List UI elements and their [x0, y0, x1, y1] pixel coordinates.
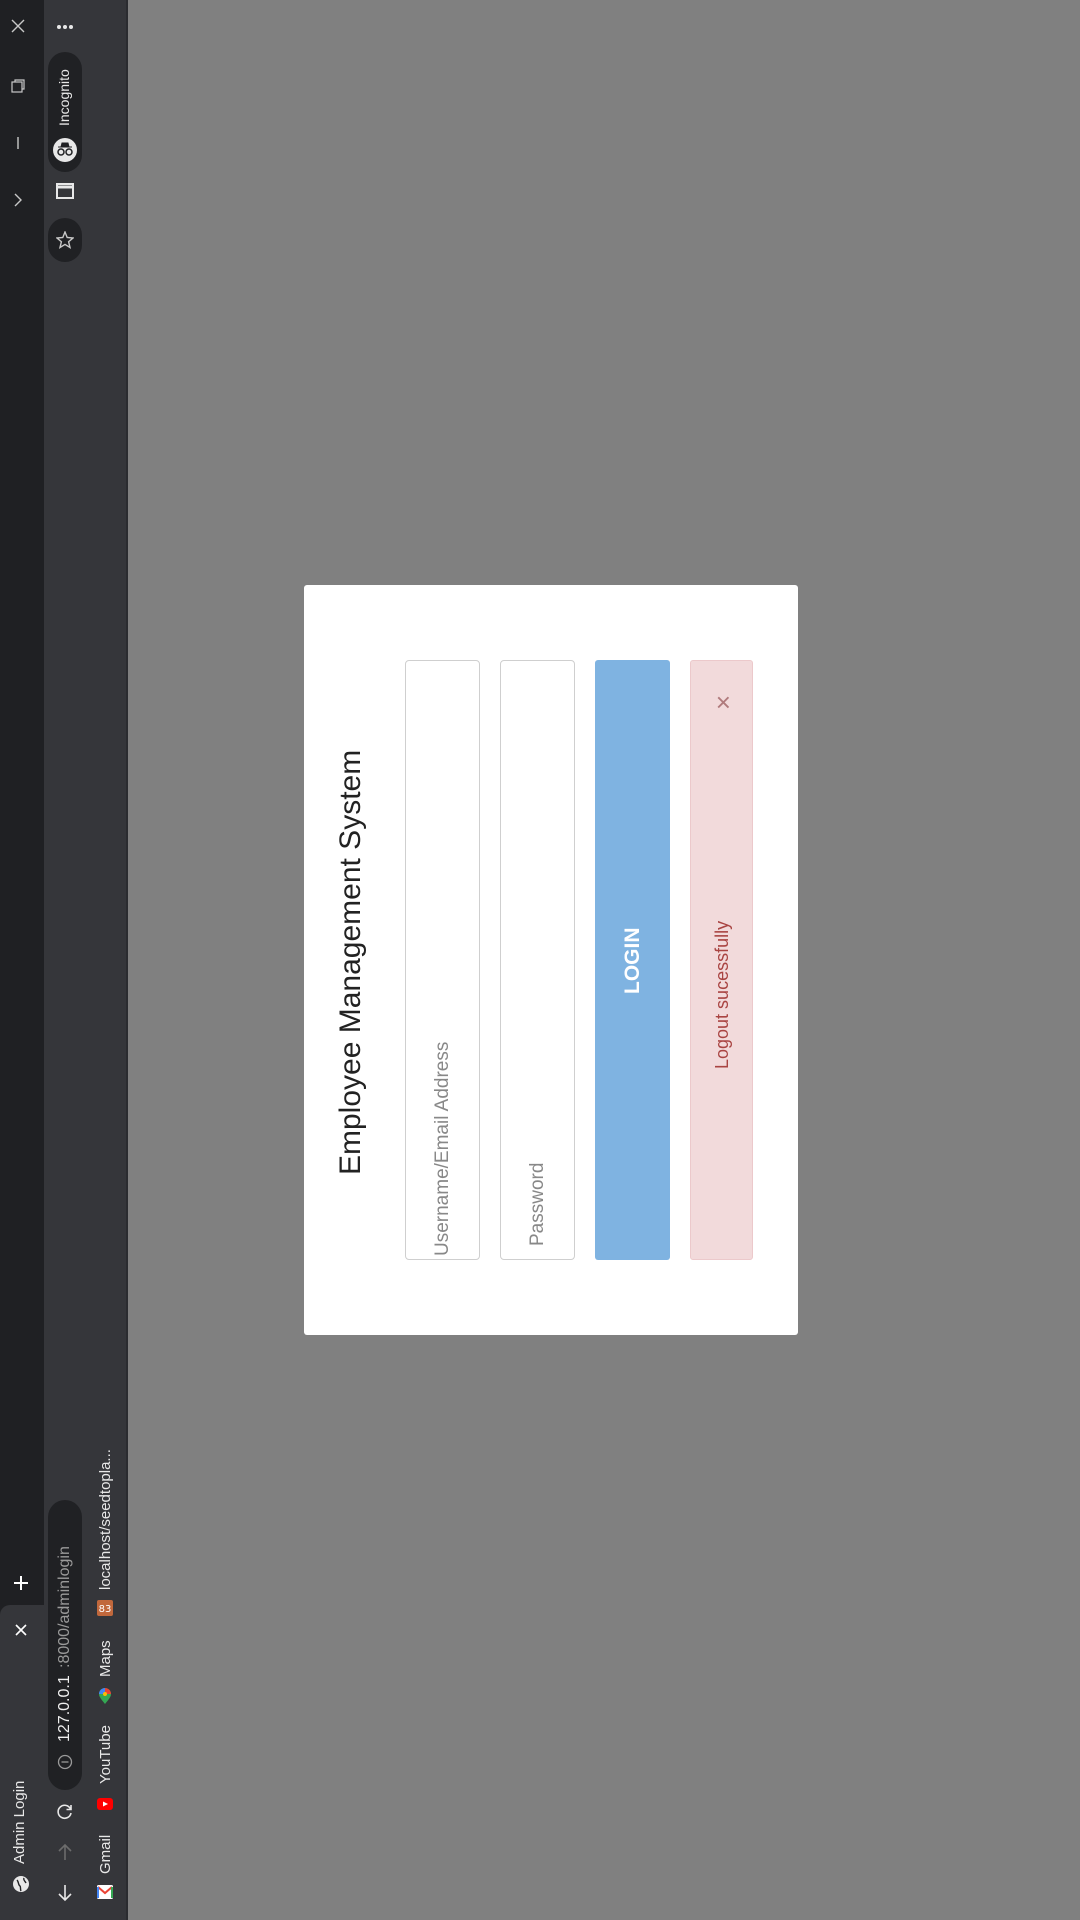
back-arrow-icon[interactable] [54, 1882, 76, 1904]
bookmark-label-gmail[interactable]: Gmail [97, 1835, 114, 1874]
tab-title: Admin Login [11, 1780, 28, 1864]
youtube-icon [96, 1795, 114, 1813]
star-icon [54, 229, 76, 251]
alert-message: Logout sucessfully [712, 920, 732, 1069]
close-tab-icon[interactable] [11, 1620, 31, 1640]
forward-arrow-icon[interactable] [54, 1841, 76, 1863]
restore-window-icon[interactable] [8, 76, 28, 96]
url-host: 127.0.0.1 [56, 1675, 73, 1742]
maps-icon [96, 1687, 114, 1705]
gmail-icon [96, 1883, 114, 1901]
login-button-label: LOGIN [621, 927, 644, 995]
reload-icon[interactable] [54, 1801, 76, 1823]
bookmarks-bar [84, 0, 128, 1920]
site-info-icon[interactable] [54, 1751, 76, 1773]
active-tab[interactable] [0, 1605, 44, 1920]
localhost-favicon-icon: 83 [96, 1599, 114, 1617]
bookmark-label-maps[interactable]: Maps [97, 1640, 114, 1677]
url-path: :8000/adminlogin [56, 1546, 73, 1668]
chrome-divider [126, 0, 128, 1920]
chevron-right-icon[interactable] [8, 190, 28, 210]
tab-search-icon[interactable] [54, 180, 76, 202]
bookmark-label-youtube[interactable]: YouTube [97, 1725, 114, 1784]
minimize-window-icon[interactable] [8, 133, 28, 153]
globe-icon [11, 1874, 31, 1894]
menu-dots-icon[interactable] [54, 16, 76, 38]
new-tab-icon[interactable] [10, 1572, 32, 1594]
close-window-icon[interactable] [8, 16, 28, 36]
password-placeholder: Password [527, 1162, 548, 1246]
username-placeholder: Username/Email Address [432, 1041, 453, 1256]
svg-text:83: 83 [99, 1604, 112, 1615]
page-title: Employee Management System [334, 749, 367, 1175]
incognito-label: Incognito [56, 69, 72, 126]
incognito-icon [51, 136, 79, 164]
bookmark-label-localhost[interactable]: localhost/seedtopla... [97, 1449, 114, 1590]
alert-close-button[interactable]: × [708, 695, 738, 710]
